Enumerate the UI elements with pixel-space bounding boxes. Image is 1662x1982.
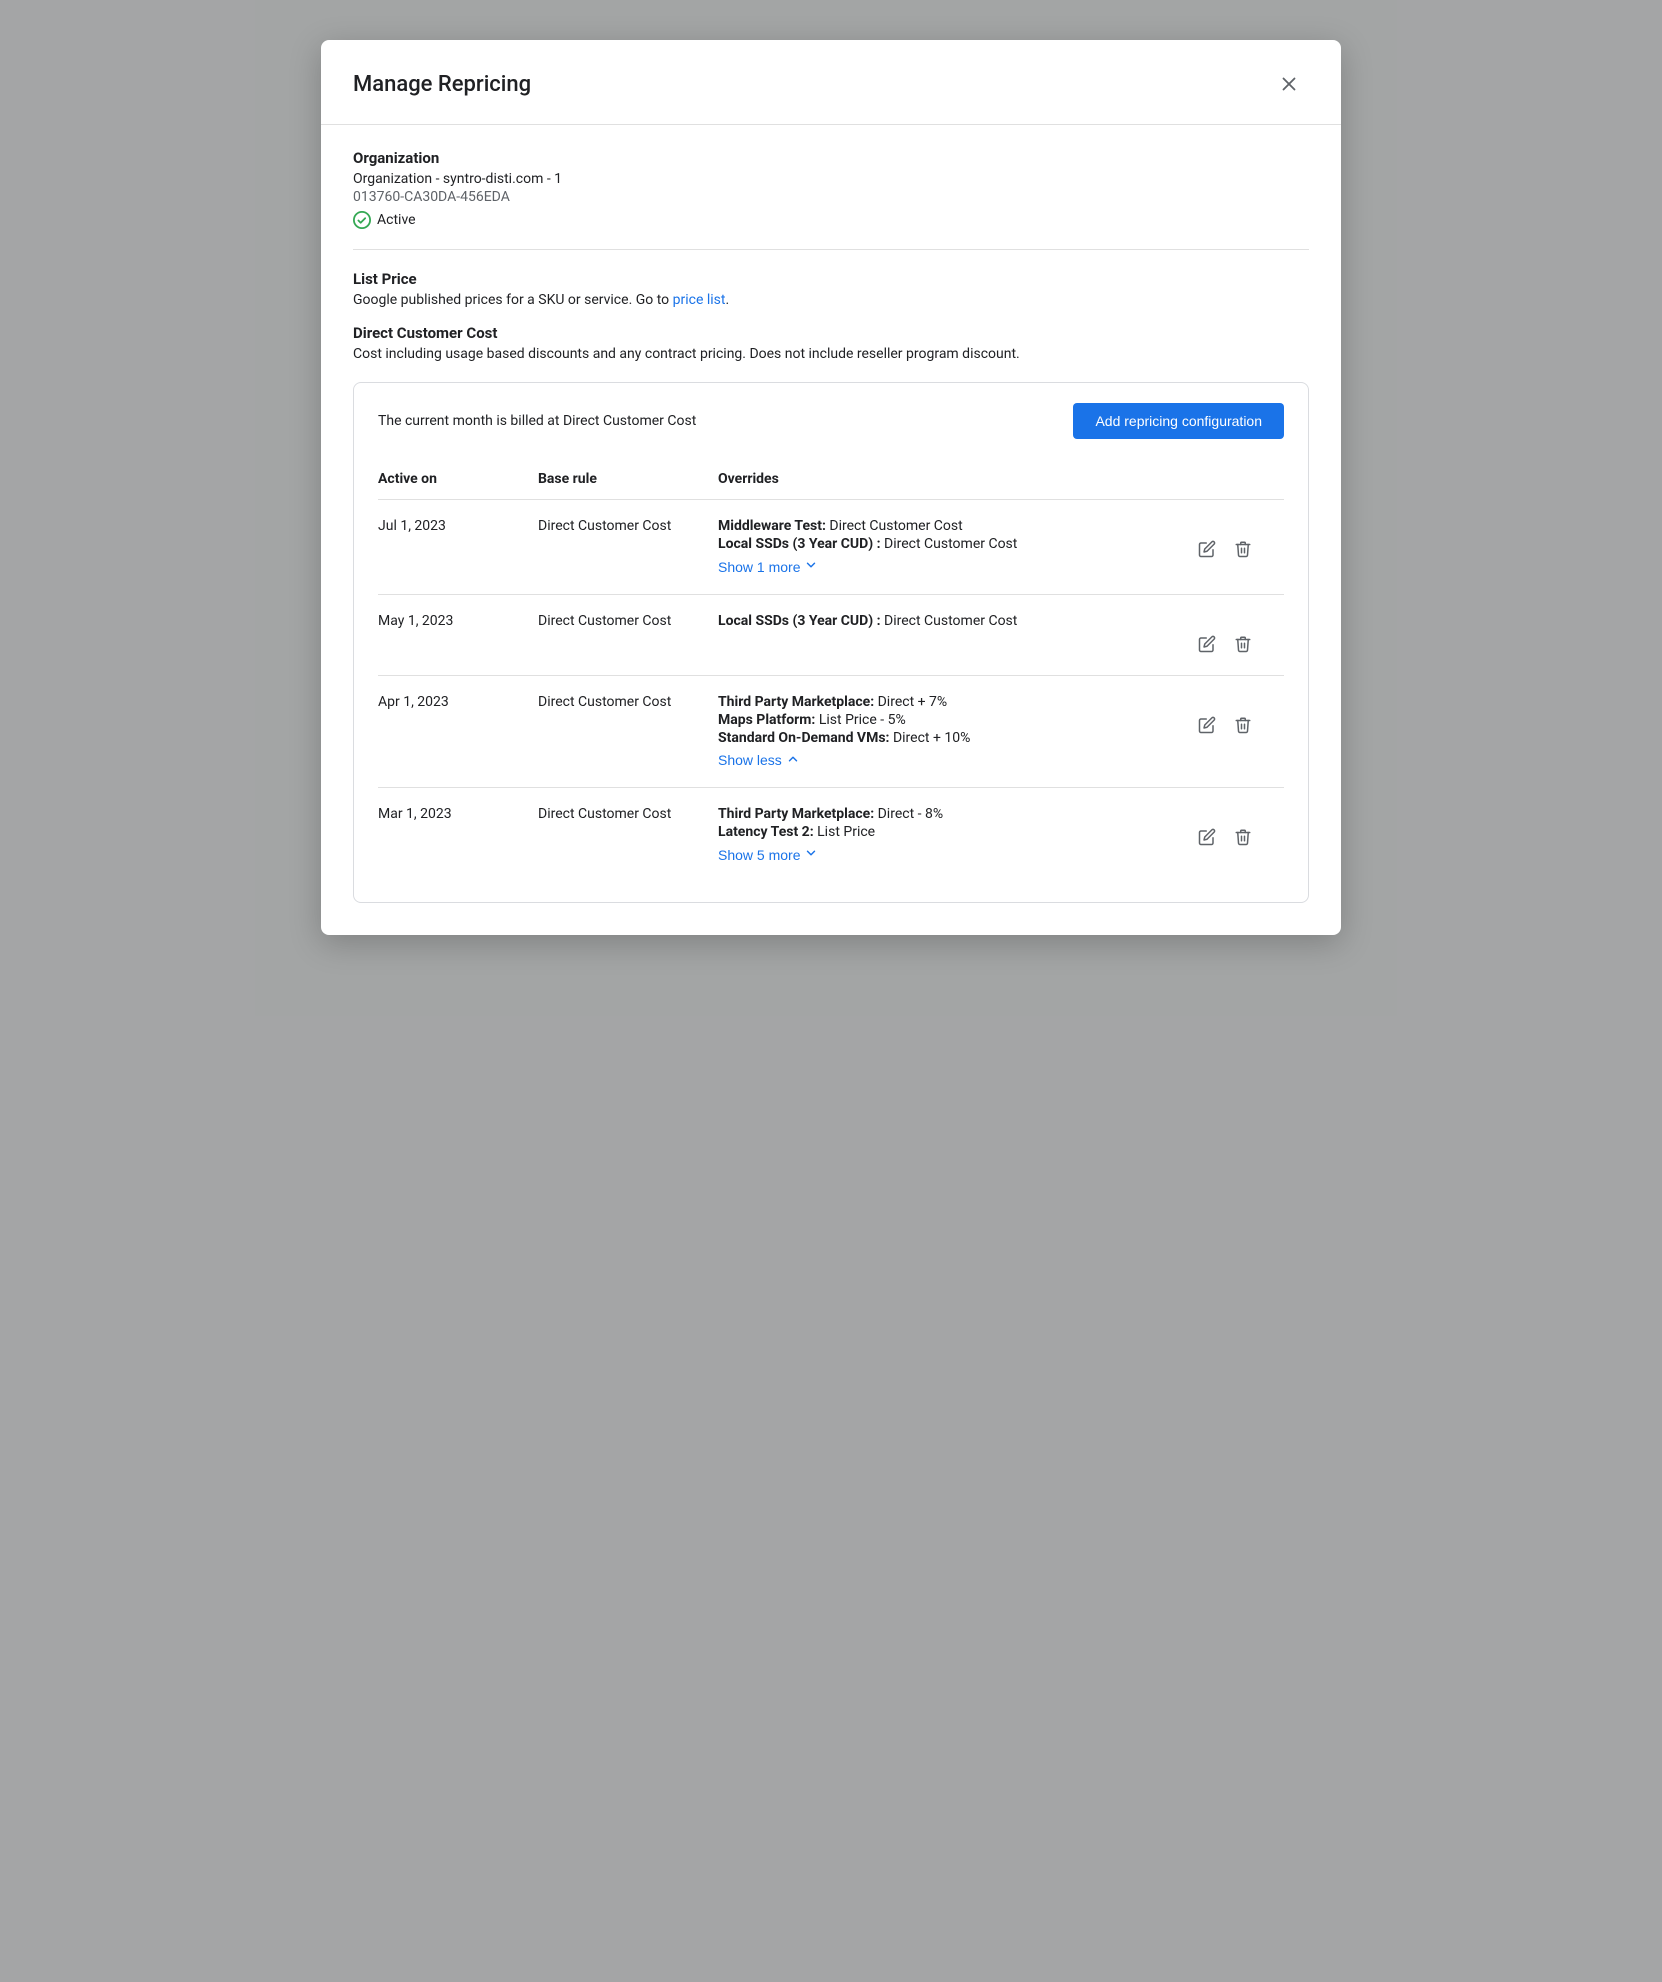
override-item: Middleware Test: Direct Customer Cost: [718, 518, 1182, 534]
active-icon: [353, 211, 371, 229]
close-button[interactable]: [1269, 64, 1309, 104]
billing-text: The current month is billed at Direct Cu…: [378, 413, 696, 429]
table-row: Jul 1, 2023Direct Customer CostMiddlewar…: [378, 500, 1284, 595]
backdrop: Manage Repricing Organization Organizati…: [0, 0, 1662, 1982]
direct-customer-cost-section: Direct Customer Cost Cost including usag…: [353, 324, 1309, 362]
direct-cost-description: Cost including usage based discounts and…: [353, 346, 1309, 362]
list-price-title: List Price: [353, 270, 1309, 288]
col-active-on: Active on: [378, 459, 538, 500]
chevron-down-icon: [804, 558, 818, 575]
edit-icon: [1198, 716, 1216, 734]
edit-button[interactable]: [1194, 631, 1220, 657]
add-repricing-button[interactable]: Add repricing configuration: [1073, 403, 1284, 439]
modal-header: Manage Repricing: [321, 40, 1341, 125]
cell-date: Apr 1, 2023: [378, 675, 538, 788]
override-item: Third Party Marketplace: Direct + 7%: [718, 694, 1182, 710]
table-header-row: Active on Base rule Overrides: [378, 459, 1284, 500]
repricing-table: Active on Base rule Overrides Jul 1, 202…: [378, 459, 1284, 882]
chevron-down-icon: [804, 846, 818, 863]
cell-base-rule: Direct Customer Cost: [538, 594, 718, 675]
billing-row: The current month is billed at Direct Cu…: [378, 403, 1284, 439]
show-less-button[interactable]: Show less: [718, 752, 800, 769]
override-item: Local SSDs (3 Year CUD) : Direct Custome…: [718, 613, 1182, 629]
close-icon: [1278, 73, 1300, 95]
override-item: Maps Platform: List Price - 5%: [718, 712, 1182, 728]
organization-section: Organization Organization - syntro-disti…: [353, 149, 1309, 229]
delete-icon: [1234, 635, 1252, 653]
edit-button[interactable]: [1194, 536, 1220, 562]
show-more-button[interactable]: Show 1 more: [718, 558, 818, 575]
cell-date: Mar 1, 2023: [378, 788, 538, 882]
cell-overrides: Third Party Marketplace: Direct - 8% Late…: [718, 788, 1194, 882]
cell-actions: [1194, 594, 1284, 675]
cell-actions: [1194, 788, 1284, 882]
org-status-text: Active: [377, 212, 416, 228]
override-item: Latency Test 2: List Price: [718, 824, 1182, 840]
edit-button[interactable]: [1194, 824, 1220, 850]
actions-container: [1194, 806, 1272, 850]
chevron-up-icon: [786, 752, 800, 769]
edit-icon: [1198, 828, 1216, 846]
cell-date: Jul 1, 2023: [378, 500, 538, 595]
modal-body: Organization Organization - syntro-disti…: [321, 125, 1341, 935]
cell-actions: [1194, 675, 1284, 788]
show-more-button[interactable]: Show 5 more: [718, 846, 818, 863]
delete-icon: [1234, 716, 1252, 734]
edit-icon: [1198, 540, 1216, 558]
delete-icon: [1234, 540, 1252, 558]
billing-box: The current month is billed at Direct Cu…: [353, 382, 1309, 903]
cell-base-rule: Direct Customer Cost: [538, 500, 718, 595]
org-name: Organization - syntro-disti.com - 1: [353, 171, 1309, 187]
org-status-badge: Active: [353, 211, 1309, 229]
modal-title: Manage Repricing: [353, 72, 531, 97]
org-section-title: Organization: [353, 149, 1309, 167]
override-item: Local SSDs (3 Year CUD) : Direct Custome…: [718, 536, 1182, 552]
list-price-description: Google published prices for a SKU or ser…: [353, 292, 1309, 308]
cell-base-rule: Direct Customer Cost: [538, 788, 718, 882]
override-item: Standard On-Demand VMs: Direct + 10%: [718, 730, 1182, 746]
price-list-link[interactable]: price list: [673, 292, 726, 308]
col-base-rule: Base rule: [538, 459, 718, 500]
cell-actions: [1194, 500, 1284, 595]
delete-button[interactable]: [1230, 824, 1256, 850]
edit-button[interactable]: [1194, 712, 1220, 738]
delete-button[interactable]: [1230, 712, 1256, 738]
delete-button[interactable]: [1230, 631, 1256, 657]
cell-base-rule: Direct Customer Cost: [538, 675, 718, 788]
actions-container: [1194, 613, 1272, 657]
direct-cost-title: Direct Customer Cost: [353, 324, 1309, 342]
col-actions: [1194, 459, 1284, 500]
actions-container: [1194, 694, 1272, 738]
modal: Manage Repricing Organization Organizati…: [321, 40, 1341, 935]
divider-1: [353, 249, 1309, 250]
list-price-section: List Price Google published prices for a…: [353, 270, 1309, 308]
actions-container: [1194, 518, 1272, 562]
override-item: Third Party Marketplace: Direct - 8%: [718, 806, 1182, 822]
org-id: 013760-CA30DA-456EDA: [353, 189, 1309, 205]
col-overrides: Overrides: [718, 459, 1194, 500]
delete-icon: [1234, 828, 1252, 846]
edit-icon: [1198, 635, 1216, 653]
table-row: Mar 1, 2023Direct Customer CostThird Par…: [378, 788, 1284, 882]
table-row: Apr 1, 2023Direct Customer CostThird Par…: [378, 675, 1284, 788]
table-row: May 1, 2023Direct Customer CostLocal SSD…: [378, 594, 1284, 675]
cell-overrides: Local SSDs (3 Year CUD) : Direct Custome…: [718, 594, 1194, 675]
cell-overrides: Middleware Test: Direct Customer Cost Loc…: [718, 500, 1194, 595]
delete-button[interactable]: [1230, 536, 1256, 562]
cell-date: May 1, 2023: [378, 594, 538, 675]
cell-overrides: Third Party Marketplace: Direct + 7% Maps…: [718, 675, 1194, 788]
